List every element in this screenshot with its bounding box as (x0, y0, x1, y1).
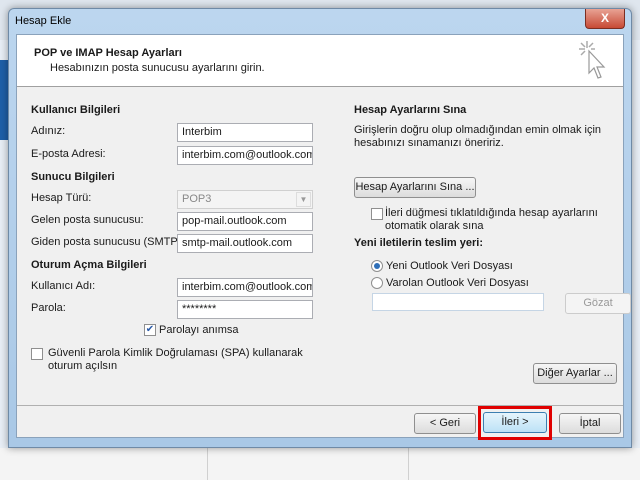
new-data-file-radio[interactable] (371, 260, 383, 272)
add-account-dialog: Hesap Ekle X POP ve IMAP Hesap Ayarları … (8, 8, 632, 448)
spa-checkbox[interactable] (31, 348, 43, 360)
test-account-settings-button[interactable]: Hesap Ayarlarını Sına ... (354, 177, 476, 198)
dialog-client: POP ve IMAP Hesap Ayarları Hesabınızın p… (16, 34, 631, 440)
cursor-click-icon (579, 41, 606, 79)
test-description: Girişlerin doğru olup olmadığından emin … (354, 124, 602, 136)
next-button[interactable]: İleri > (483, 412, 547, 433)
existing-data-file-label: Varolan Outlook Veri Dosyası (386, 277, 529, 289)
password-label: Parola: (31, 302, 66, 314)
name-input[interactable]: Interbim (177, 123, 313, 142)
background-divider (207, 448, 208, 480)
page-title: POP ve IMAP Hesap Ayarları (34, 47, 182, 59)
remember-password-checkbox[interactable]: ✔ (144, 324, 156, 336)
incoming-server-label: Gelen posta sunucusu: (31, 214, 144, 226)
name-label: Adınız: (31, 125, 66, 137)
outgoing-server-label: Giden posta sunucusu (SMTP): (31, 236, 185, 248)
auto-test-label-line2: otomatik olarak sına (385, 220, 484, 232)
account-type-select[interactable]: POP3 ▼ (177, 190, 313, 209)
background-app-content (0, 448, 640, 480)
back-button[interactable]: < Geri (414, 413, 476, 434)
delivery-heading: Yeni iletilerin teslim yeri: (354, 237, 483, 249)
test-heading: Hesap Ayarlarını Sına (354, 104, 467, 116)
email-label: E-posta Adresi: (31, 148, 106, 160)
background-divider (408, 448, 409, 480)
incoming-server-input[interactable]: pop-mail.outlook.com (177, 212, 313, 231)
test-description-line2: hesabınızı sınamanızı öneririz. (354, 137, 504, 149)
spa-label-line2: oturum açılsın (48, 360, 118, 372)
browse-button[interactable]: Gözat (565, 293, 631, 314)
account-type-value: POP3 (182, 193, 212, 205)
new-data-file-label: Yeni Outlook Veri Dosyası (386, 260, 513, 272)
spa-label: Güvenli Parola Kimlik Doğrulaması (SPA) … (48, 347, 303, 359)
data-file-path-input[interactable] (372, 293, 544, 311)
logon-info-heading: Oturum Açma Bilgileri (31, 259, 147, 271)
background-app-sidebar (0, 60, 8, 140)
chevron-down-icon: ▼ (296, 192, 311, 207)
window-title: Hesap Ekle (15, 15, 72, 27)
remember-password-label: Parolayı anımsa (159, 324, 239, 336)
email-input[interactable]: interbim.com@outlook.com (177, 146, 313, 165)
outgoing-server-input[interactable]: smtp-mail.outlook.com (177, 234, 313, 253)
server-info-heading: Sunucu Bilgileri (31, 171, 115, 183)
page-subtitle: Hesabınızın posta sunucusu ayarlarını gi… (50, 62, 265, 74)
auto-test-checkbox[interactable] (371, 208, 383, 220)
more-settings-button[interactable]: Diğer Ayarlar ... (533, 363, 617, 384)
username-input[interactable]: interbim.com@outlook.com (177, 278, 313, 297)
username-label: Kullanıcı Adı: (31, 280, 96, 292)
close-button[interactable]: X (585, 9, 625, 29)
user-info-heading: Kullanıcı Bilgileri (31, 104, 121, 116)
existing-data-file-radio[interactable] (371, 277, 383, 289)
account-type-label: Hesap Türü: (31, 192, 92, 204)
cancel-button[interactable]: İptal (559, 413, 621, 434)
auto-test-label: İleri düğmesi tıklatıldığında hesap ayar… (385, 207, 598, 219)
password-input[interactable]: ******** (177, 300, 313, 319)
dialog-header: POP ve IMAP Hesap Ayarları Hesabınızın p… (17, 35, 623, 87)
